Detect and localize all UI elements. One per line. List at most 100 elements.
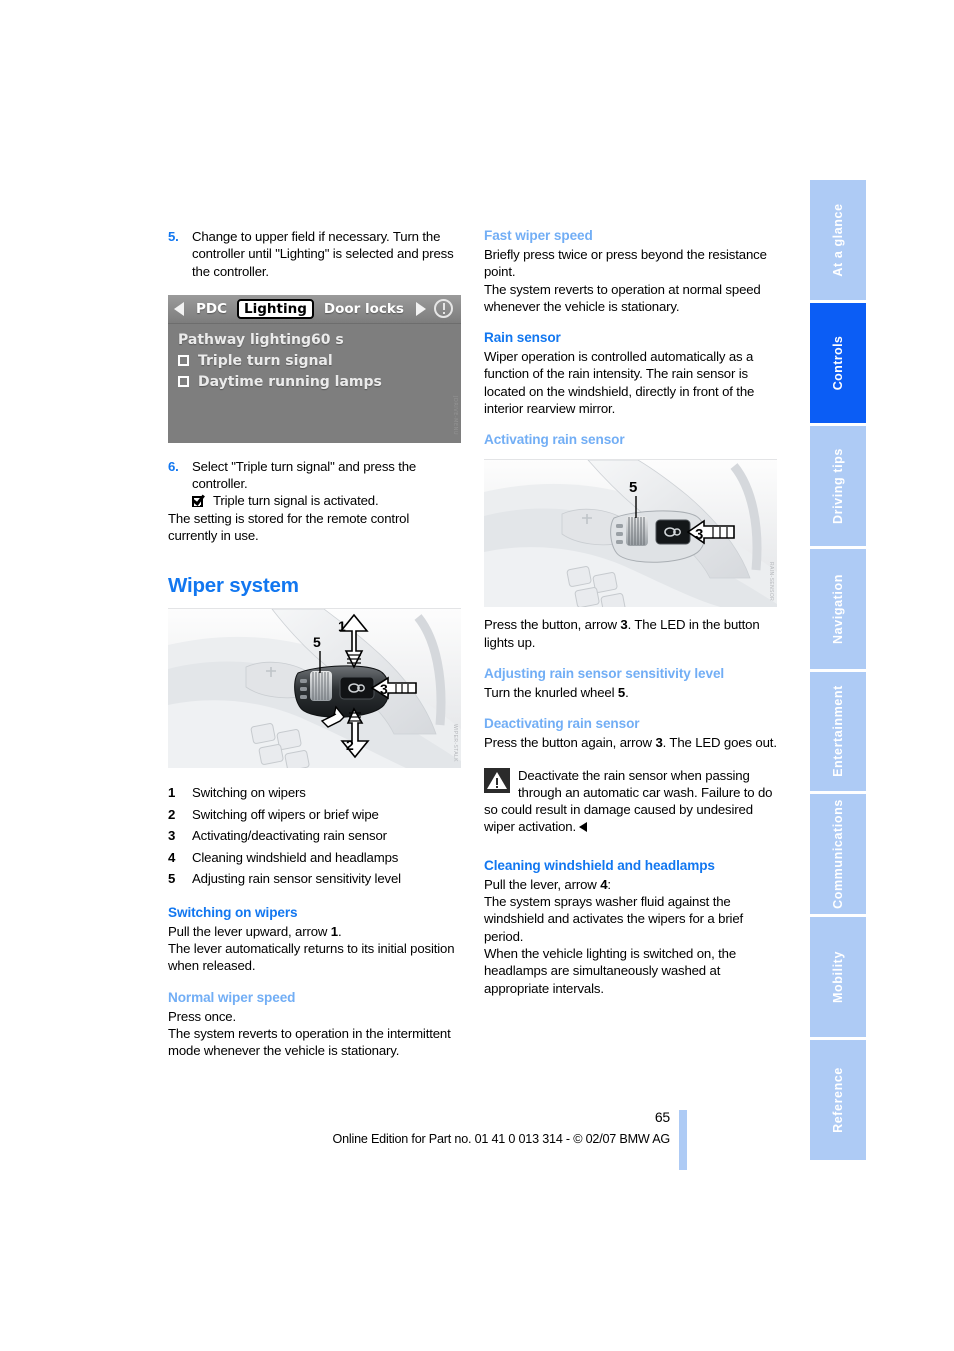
sidebar-item-mobility[interactable]: Mobility — [810, 917, 866, 1038]
legend-number: 2 — [168, 806, 176, 822]
sidebar-item-entertainment[interactable]: Entertainment — [810, 671, 866, 792]
heading-rain-sensor: Rain sensor — [484, 330, 561, 346]
menu-row-pathway-lighting[interactable]: Pathway lighting 60 s — [178, 332, 451, 348]
legend-number: 4 — [168, 849, 176, 865]
legend-number: 3 — [168, 828, 176, 844]
svg-text:5: 5 — [629, 479, 637, 496]
svg-text:2: 2 — [346, 737, 354, 753]
heading-activating-rain-sensor: Activating rain sensor — [484, 432, 625, 448]
svg-text:5: 5 — [313, 634, 321, 650]
adjusting-paragraph-1: Turn the knurled wheel 5. — [484, 684, 777, 701]
fast-speed-paragraph-2: The system reverts to operation at norma… — [484, 281, 761, 314]
menu-item-lighting-selected[interactable]: Lighting — [237, 298, 314, 319]
text-run: Pull the lever, arrow — [484, 876, 601, 892]
normal-speed-paragraph-1: Press once. — [168, 1008, 236, 1024]
warning-triangle-icon — [484, 767, 510, 793]
wheel-reference: 5 — [617, 684, 626, 700]
sidebar-item-reference[interactable]: Reference — [810, 1040, 866, 1160]
step-text: Change to upper field if necessary. Turn… — [192, 229, 454, 279]
step-result-text: Triple turn signal is activated. — [213, 493, 379, 509]
legend-label: Activating/deactivating rain sensor — [192, 828, 387, 844]
section-tab-strip: At a glance Controls Driving tips Naviga… — [810, 180, 866, 1160]
step-6-result: Triple turn signal is activated. — [192, 491, 461, 509]
menu-row-label: Daytime running lamps — [198, 373, 382, 390]
rain-sensor-svg: 3 5 — [484, 460, 777, 608]
triangle-right-icon[interactable] — [416, 301, 426, 316]
legend-label: Cleaning windshield and headlamps — [192, 849, 399, 865]
heading-adjusting-sensitivity: Adjusting rain sensor sensitivity level — [484, 665, 725, 681]
step-number: 5. — [168, 229, 179, 244]
legend-label: Switching off wipers or brief wipe — [192, 806, 379, 822]
arrow-reference: 3 — [620, 617, 628, 633]
manual-page: At a glance Controls Driving tips Naviga… — [0, 0, 954, 1351]
sidebar-item-controls[interactable]: Controls — [810, 302, 866, 423]
text-run: Pull the lever upward, arrow — [168, 923, 331, 939]
sidebar-item-label: Driving tips — [831, 447, 845, 524]
heading-cleaning-windshield: Cleaning windshield and headlamps — [484, 857, 715, 873]
cleaning-paragraph-2: The system sprays washer fluid against t… — [484, 894, 744, 944]
sidebar-item-label: Communications — [831, 799, 845, 910]
svg-text:3: 3 — [380, 681, 388, 697]
menu-row-label: Triple turn signal — [198, 352, 333, 369]
idrive-screenshot: PDC Lighting Door locks Pathway lighting… — [168, 294, 461, 443]
step-number: 6. — [168, 458, 179, 474]
svg-text:1: 1 — [338, 618, 346, 634]
heading-switching-on-wipers: Switching on wipers — [168, 904, 298, 920]
fast-speed-paragraph-1: Briefly press twice or press beyond the … — [484, 247, 767, 280]
menu-row-daytime-running-lamps[interactable]: Daytime running lamps — [178, 374, 451, 390]
menu-row-triple-turn-signal[interactable]: Triple turn signal — [178, 353, 451, 369]
step-5: 5. Change to upper field if necessary. T… — [168, 228, 461, 280]
idrive-menu-list: Pathway lighting 60 s Triple turn signal… — [168, 324, 461, 390]
rain-sensor-paragraph-1: Wiper operation is controlled automatica… — [484, 349, 755, 417]
text-run: Deactivate the rain sensor when passing … — [484, 767, 773, 835]
text-run: . The LED goes out. — [662, 735, 777, 751]
wiper-stalk-illustration: 1 2 3 5 WIPER-STALK — [168, 608, 461, 769]
warning-note: Deactivate the rain sensor when passing … — [484, 767, 777, 836]
sidebar-item-label: At a glance — [831, 203, 845, 277]
image-watermark: JDRIVE-MENU — [452, 395, 458, 435]
arrow-reference: 3 — [655, 735, 663, 751]
cleaning-paragraph-1: Pull the lever, arrow 4: — [484, 876, 777, 893]
menu-item-pdc[interactable]: PDC — [196, 301, 227, 317]
rain-sensor-illustration: 3 5 RAIN-SENSOR — [484, 459, 777, 608]
text-run: . — [625, 684, 629, 700]
step-text: Select "Triple turn signal" and press th… — [192, 458, 417, 492]
page-number: 65 — [654, 1109, 670, 1125]
wiper-legend-list: 1 Switching on wipers 2 Switching off wi… — [168, 782, 461, 890]
sidebar-item-at-a-glance[interactable]: At a glance — [810, 180, 866, 300]
legend-label: Switching on wipers — [192, 785, 306, 801]
checkbox-unchecked-icon[interactable] — [178, 376, 189, 388]
legend-label: Adjusting rain sensor sensitivity level — [192, 871, 401, 887]
arrow-reference: 1 — [330, 923, 338, 939]
menu-row-value: 60 s — [311, 331, 344, 348]
svg-text:3: 3 — [695, 526, 703, 543]
list-item: 2 Switching off wipers or brief wipe — [168, 804, 461, 826]
sidebar-item-driving-tips[interactable]: Driving tips — [810, 425, 866, 546]
left-text-column: 5. Change to upper field if necessary. T… — [168, 228, 461, 1060]
text-run: Turn the knurled wheel — [484, 684, 618, 700]
list-item: 1 Switching on wipers — [168, 782, 461, 804]
triangle-left-end-icon — [579, 822, 588, 833]
wiper-stalk-svg: 1 2 3 5 — [168, 609, 461, 769]
sidebar-item-label: Entertainment — [831, 685, 845, 778]
step-6: 6. Select "Triple turn signal" and press… — [168, 458, 461, 493]
sidebar-item-label: Navigation — [831, 573, 845, 644]
sidebar-item-label: Mobility — [831, 951, 845, 1004]
checkbox-unchecked-icon[interactable] — [178, 355, 189, 367]
info-circle-icon[interactable] — [434, 299, 453, 319]
heading-deactivating-rain-sensor: Deactivating rain sensor — [484, 716, 640, 732]
sidebar-item-communications[interactable]: Communications — [810, 794, 866, 915]
idrive-menu-bar: PDC Lighting Door locks — [168, 294, 461, 324]
footer-accent-bar — [679, 1110, 687, 1170]
list-item: 5 Adjusting rain sensor sensitivity leve… — [168, 868, 461, 890]
image-watermark: WIPER-STALK — [452, 724, 458, 763]
sidebar-item-navigation[interactable]: Navigation — [810, 548, 866, 669]
switching-on-paragraph-1: Pull the lever upward, arrow 1. — [168, 923, 461, 940]
sidebar-item-label: Controls — [831, 335, 845, 391]
menu-item-door-locks[interactable]: Door locks — [324, 301, 404, 317]
deactivating-paragraph-1: Press the button again, arrow 3. The LED… — [484, 734, 777, 751]
text-run: Press the button again, arrow — [484, 735, 656, 751]
footer-copyright: Online Edition for Part no. 01 41 0 013 … — [332, 1132, 670, 1146]
triangle-left-icon[interactable] — [174, 301, 184, 316]
activating-paragraph-1: Press the button, arrow 3. The LED in th… — [484, 616, 777, 651]
